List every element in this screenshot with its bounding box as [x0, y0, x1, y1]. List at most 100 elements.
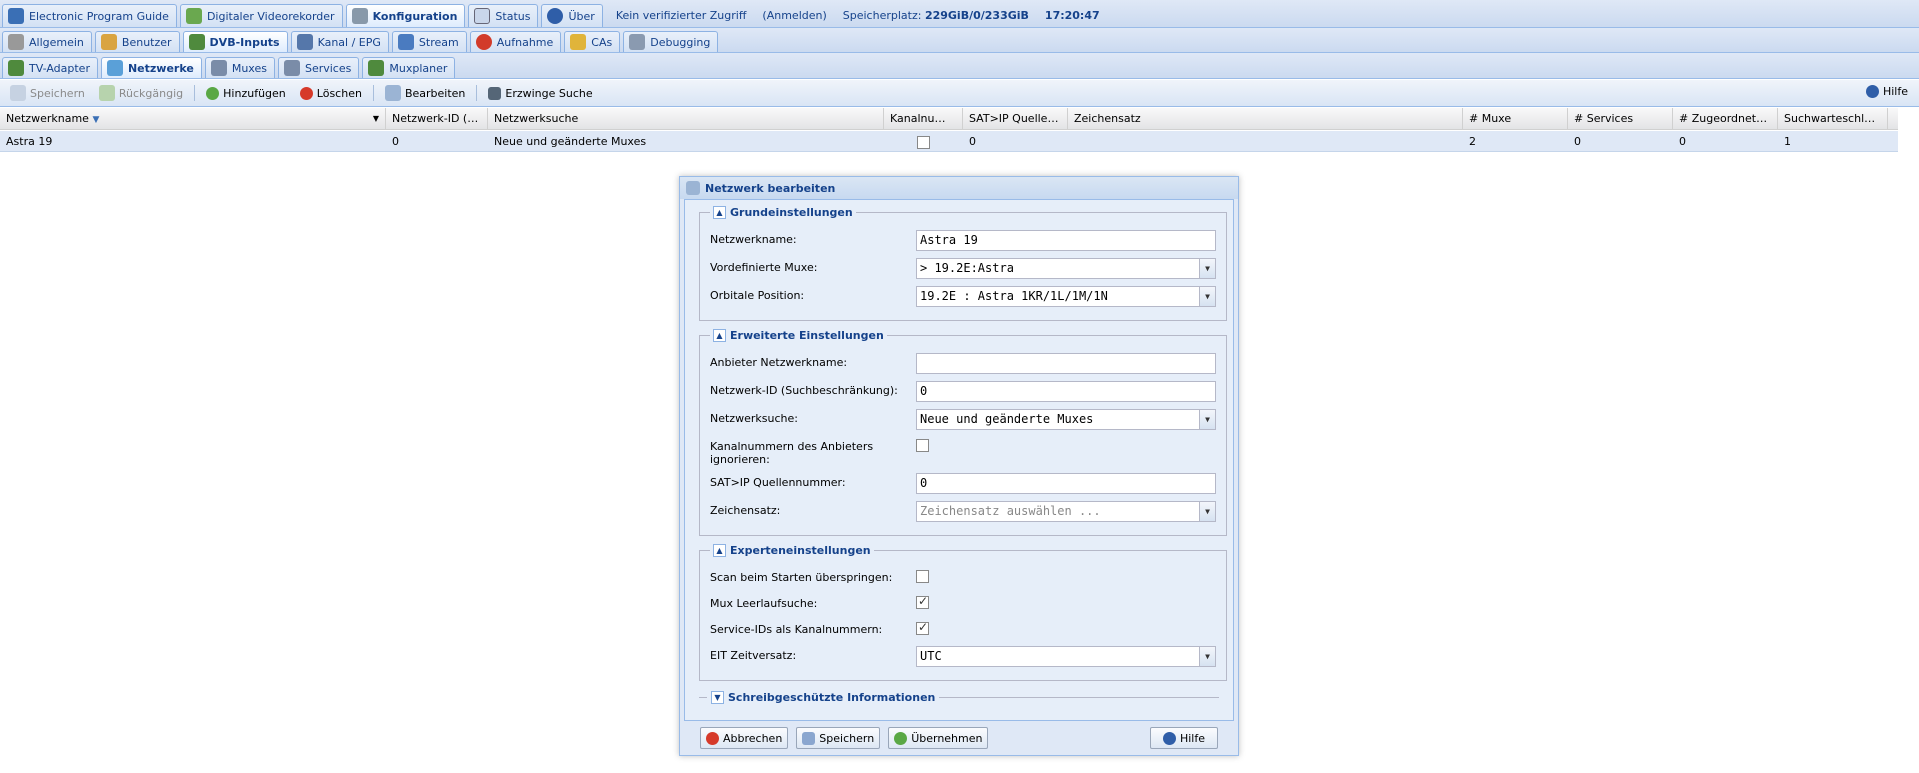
provider-network-name-input[interactable]: [916, 353, 1216, 374]
edit-button[interactable]: Bearbeiten: [380, 83, 470, 103]
chevron-down-icon[interactable]: ▼: [1199, 287, 1215, 306]
force-scan-button[interactable]: Erzwinge Suche: [483, 85, 597, 102]
column-header-satip[interactable]: SAT>IP Quellenn...: [963, 108, 1068, 130]
grid-toolbar: Speichern Rückgängig Hinzufügen Löschen …: [0, 80, 1919, 107]
edit-network-dialog: Netzwerk bearbeiten ▲ Grundeinstellungen…: [679, 176, 1239, 756]
column-header-muxes[interactable]: # Muxe: [1463, 108, 1568, 130]
skip-initial-scan-checkbox[interactable]: [916, 570, 929, 583]
column-header-services[interactable]: # Services: [1568, 108, 1673, 130]
muxes-icon: [210, 60, 227, 76]
undo-icon: [98, 85, 115, 101]
field-label: Vordefinierte Muxe:: [710, 261, 818, 274]
form-row: Mux Leerlaufsuche:: [710, 594, 1216, 613]
tab-configuration[interactable]: Konfiguration: [345, 4, 466, 27]
epg-icon: [8, 8, 24, 24]
eit-time-offset-select[interactable]: UTC ▼: [916, 646, 1216, 667]
save-button[interactable]: Speichern: [796, 727, 881, 749]
status-bar: Kein verifizierter Zugriff (Anmelden) Sp…: [616, 3, 1100, 27]
column-header-ignore-numbers[interactable]: Kanalnumm...: [884, 108, 963, 130]
charset-select[interactable]: Zeichensatz auswählen ... ▼: [916, 501, 1216, 522]
ignore-numbers-checkbox[interactable]: [916, 135, 930, 149]
field-label: Netzwerksuche:: [710, 412, 798, 425]
tab-stream[interactable]: Stream: [391, 31, 467, 52]
predefined-muxes-select[interactable]: > 19.2E:Astra ▼: [916, 258, 1216, 279]
config-tab-bar: Allgemein Benutzer DVB-Inputs Kanal / EP…: [0, 28, 1919, 53]
scheduler-icon: [368, 60, 385, 76]
tab-recording[interactable]: Aufnahme: [469, 31, 562, 52]
sid-as-channel-number-checkbox[interactable]: [916, 620, 929, 635]
tab-dvr[interactable]: Digitaler Videorekorder: [179, 4, 343, 27]
undo-button[interactable]: Rückgängig: [94, 83, 188, 103]
tab-services[interactable]: Services: [277, 57, 360, 78]
collapse-toggle-icon[interactable]: ▲: [713, 329, 726, 342]
dialog-form: ▲ Grundeinstellungen Netzwerkname: Astra…: [684, 199, 1234, 721]
idle-scan-checkbox[interactable]: [916, 594, 929, 609]
expand-toggle-icon[interactable]: ▼: [711, 691, 724, 704]
wrench-icon: [351, 8, 368, 24]
chevron-down-icon[interactable]: ▼: [1199, 647, 1215, 666]
edit-icon: [384, 85, 401, 101]
info-icon: [547, 8, 564, 24]
tab-networks[interactable]: Netzwerke: [100, 57, 202, 78]
tab-channel-epg[interactable]: Kanal / EPG: [290, 31, 389, 52]
field-label: Zeichensatz:: [710, 504, 781, 517]
cell-satip: 0: [969, 135, 976, 148]
help-button[interactable]: Hilfe: [1861, 83, 1913, 100]
toolbar-separator: [476, 85, 478, 101]
cancel-button[interactable]: Abbrechen: [700, 727, 789, 749]
collapse-toggle-icon[interactable]: ▲: [713, 544, 726, 557]
users-icon: [100, 34, 117, 50]
form-row: Netzwerk-ID (Suchbeschränkung): 0: [710, 381, 1216, 402]
scan-icon: [488, 86, 502, 100]
tab-general[interactable]: Allgemein: [2, 31, 92, 52]
field-label: Anbieter Netzwerkname:: [710, 356, 848, 369]
chevron-down-icon[interactable]: ▼: [1199, 410, 1215, 429]
column-menu-icon[interactable]: ▼: [373, 108, 379, 130]
save-button[interactable]: Speichern: [5, 83, 90, 103]
column-header-mapped[interactable]: # Zugeordnete K...: [1673, 108, 1778, 130]
ignore-provider-numbers-checkbox[interactable]: [916, 439, 929, 452]
orbital-position-select[interactable]: 19.2E : Astra 1KR/1L/1M/1N ▼: [916, 286, 1216, 307]
column-header-name[interactable]: Netzwerkname ▼ ▼: [0, 108, 386, 130]
network-icon: [106, 60, 123, 76]
apply-button[interactable]: Übernehmen: [888, 727, 989, 749]
record-icon: [475, 34, 492, 50]
column-header-queue[interactable]: Suchwarteschla...: [1778, 108, 1888, 130]
cell-charset: [1068, 131, 1463, 152]
column-header-network-scan[interactable]: Netzwerksuche: [488, 108, 884, 130]
network-name-input[interactable]: Astra 19: [916, 230, 1216, 251]
table-row[interactable]: Astra 19 0 Neue und geänderte Muxes 0 2 …: [0, 131, 1898, 152]
tab-mux-scheduler[interactable]: Muxplaner: [362, 57, 456, 78]
delete-button[interactable]: Löschen: [295, 85, 367, 102]
satip-source-input[interactable]: 0: [916, 473, 1216, 494]
tab-cas[interactable]: CAs: [564, 31, 621, 52]
tab-about[interactable]: Über: [541, 4, 603, 27]
network-scan-select[interactable]: Neue und geänderte Muxes ▼: [916, 409, 1216, 430]
form-row: Netzwerkname: Astra 19: [710, 230, 1216, 251]
dvb-tab-bar: TV-Adapter Netzwerke Muxes Services Muxp…: [0, 53, 1919, 79]
chevron-down-icon[interactable]: ▼: [1199, 259, 1215, 278]
column-header-charset[interactable]: Zeichensatz: [1068, 108, 1463, 130]
tab-muxes[interactable]: Muxes: [204, 57, 275, 78]
tab-tv-adapter[interactable]: TV-Adapter: [2, 57, 98, 78]
column-header-network-id[interactable]: Netzwerk-ID (Su...: [386, 108, 488, 130]
form-row: EIT Zeitversatz: UTC ▼: [710, 646, 1216, 667]
login-link[interactable]: (Anmelden): [762, 9, 826, 22]
form-row: Orbitale Position: 19.2E : Astra 1KR/1L/…: [710, 286, 1216, 307]
cell-name: Astra 19: [6, 135, 53, 148]
field-label: Mux Leerlaufsuche:: [710, 597, 818, 610]
add-button[interactable]: Hinzufügen: [201, 85, 291, 102]
cell-network-id: 0: [392, 135, 399, 148]
field-label: Netzwerkname:: [710, 233, 797, 246]
tab-status[interactable]: Status: [468, 4, 539, 27]
network-id-input[interactable]: 0: [916, 381, 1216, 402]
collapse-toggle-icon[interactable]: ▲: [713, 206, 726, 219]
tab-users[interactable]: Benutzer: [94, 31, 180, 52]
tab-debugging[interactable]: Debugging: [623, 31, 719, 52]
dialog-title-bar[interactable]: Netzwerk bearbeiten: [680, 177, 1238, 199]
help-button[interactable]: Hilfe: [1149, 727, 1218, 749]
tab-dvb-inputs[interactable]: DVB-Inputs: [182, 31, 288, 52]
tab-epg[interactable]: Electronic Program Guide: [2, 4, 177, 27]
chevron-down-icon[interactable]: ▼: [1199, 502, 1215, 521]
form-row: Scan beim Starten überspringen:: [710, 568, 1216, 587]
